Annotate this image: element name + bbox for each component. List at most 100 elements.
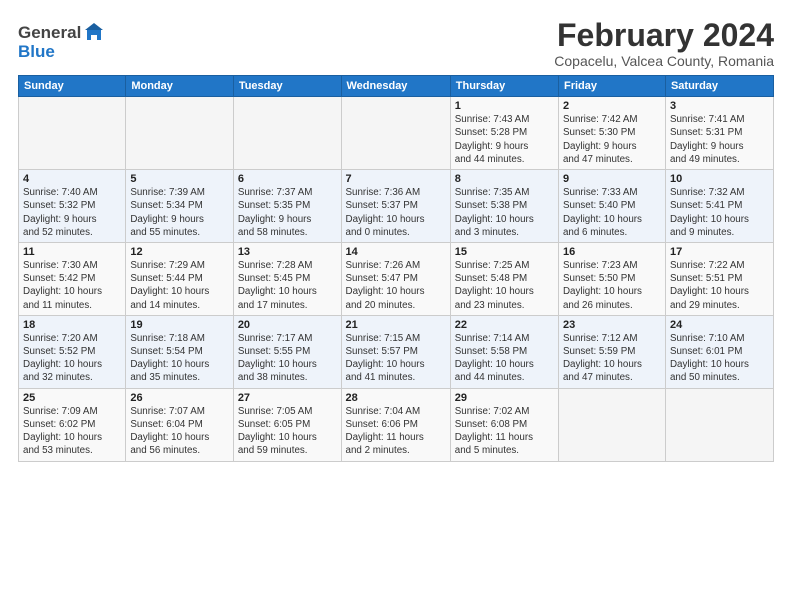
calendar-cell: 25Sunrise: 7:09 AM Sunset: 6:02 PM Dayli… [19,388,126,461]
calendar-cell: 20Sunrise: 7:17 AM Sunset: 5:55 PM Dayli… [233,315,341,388]
calendar-cell [126,97,233,170]
page-subtitle: Copacelu, Valcea County, Romania [554,53,774,69]
title-block: February 2024 Copacelu, Valcea County, R… [554,18,774,69]
day-number: 1 [455,100,554,112]
day-info: Sunrise: 7:14 AM Sunset: 5:58 PM Dayligh… [455,332,554,385]
calendar-cell: 10Sunrise: 7:32 AM Sunset: 5:41 PM Dayli… [665,170,773,243]
calendar-cell [558,388,665,461]
day-of-week-header: Tuesday [233,76,341,97]
day-info: Sunrise: 7:26 AM Sunset: 5:47 PM Dayligh… [346,259,446,312]
day-of-week-header: Friday [558,76,665,97]
calendar-cell: 21Sunrise: 7:15 AM Sunset: 5:57 PM Dayli… [341,315,450,388]
day-number: 13 [238,246,337,258]
day-number: 6 [238,173,337,185]
day-info: Sunrise: 7:43 AM Sunset: 5:28 PM Dayligh… [455,113,554,166]
calendar-cell: 18Sunrise: 7:20 AM Sunset: 5:52 PM Dayli… [19,315,126,388]
calendar-cell: 23Sunrise: 7:12 AM Sunset: 5:59 PM Dayli… [558,315,665,388]
calendar-week-row: 25Sunrise: 7:09 AM Sunset: 6:02 PM Dayli… [19,388,774,461]
day-number: 28 [346,392,446,404]
calendar-cell: 3Sunrise: 7:41 AM Sunset: 5:31 PM Daylig… [665,97,773,170]
page-title: February 2024 [554,18,774,53]
logo-icon [83,22,105,44]
day-of-week-header: Saturday [665,76,773,97]
day-of-week-header: Thursday [450,76,558,97]
calendar-cell: 9Sunrise: 7:33 AM Sunset: 5:40 PM Daylig… [558,170,665,243]
day-number: 4 [23,173,121,185]
day-info: Sunrise: 7:05 AM Sunset: 6:05 PM Dayligh… [238,405,337,458]
calendar-week-row: 4Sunrise: 7:40 AM Sunset: 5:32 PM Daylig… [19,170,774,243]
calendar-week-row: 11Sunrise: 7:30 AM Sunset: 5:42 PM Dayli… [19,242,774,315]
logo-general: General [18,23,81,43]
day-number: 21 [346,319,446,331]
day-info: Sunrise: 7:28 AM Sunset: 5:45 PM Dayligh… [238,259,337,312]
day-info: Sunrise: 7:22 AM Sunset: 5:51 PM Dayligh… [670,259,769,312]
day-number: 11 [23,246,121,258]
calendar-cell [341,97,450,170]
calendar-cell: 11Sunrise: 7:30 AM Sunset: 5:42 PM Dayli… [19,242,126,315]
day-info: Sunrise: 7:37 AM Sunset: 5:35 PM Dayligh… [238,186,337,239]
day-info: Sunrise: 7:32 AM Sunset: 5:41 PM Dayligh… [670,186,769,239]
day-of-week-header: Wednesday [341,76,450,97]
day-number: 19 [130,319,228,331]
day-number: 27 [238,392,337,404]
day-number: 7 [346,173,446,185]
day-of-week-header: Sunday [19,76,126,97]
day-info: Sunrise: 7:20 AM Sunset: 5:52 PM Dayligh… [23,332,121,385]
day-number: 23 [563,319,661,331]
day-number: 18 [23,319,121,331]
day-info: Sunrise: 7:18 AM Sunset: 5:54 PM Dayligh… [130,332,228,385]
day-info: Sunrise: 7:02 AM Sunset: 6:08 PM Dayligh… [455,405,554,458]
day-info: Sunrise: 7:10 AM Sunset: 6:01 PM Dayligh… [670,332,769,385]
day-of-week-header: Monday [126,76,233,97]
calendar-cell: 8Sunrise: 7:35 AM Sunset: 5:38 PM Daylig… [450,170,558,243]
calendar-week-row: 1Sunrise: 7:43 AM Sunset: 5:28 PM Daylig… [19,97,774,170]
day-info: Sunrise: 7:04 AM Sunset: 6:06 PM Dayligh… [346,405,446,458]
calendar-header-row: SundayMondayTuesdayWednesdayThursdayFrid… [19,76,774,97]
calendar-cell: 15Sunrise: 7:25 AM Sunset: 5:48 PM Dayli… [450,242,558,315]
day-number: 17 [670,246,769,258]
calendar-cell: 4Sunrise: 7:40 AM Sunset: 5:32 PM Daylig… [19,170,126,243]
day-info: Sunrise: 7:33 AM Sunset: 5:40 PM Dayligh… [563,186,661,239]
calendar-cell: 19Sunrise: 7:18 AM Sunset: 5:54 PM Dayli… [126,315,233,388]
calendar-cell: 29Sunrise: 7:02 AM Sunset: 6:08 PM Dayli… [450,388,558,461]
calendar-table: SundayMondayTuesdayWednesdayThursdayFrid… [18,75,774,461]
calendar-cell: 22Sunrise: 7:14 AM Sunset: 5:58 PM Dayli… [450,315,558,388]
day-info: Sunrise: 7:41 AM Sunset: 5:31 PM Dayligh… [670,113,769,166]
day-number: 8 [455,173,554,185]
day-number: 26 [130,392,228,404]
day-number: 3 [670,100,769,112]
day-info: Sunrise: 7:35 AM Sunset: 5:38 PM Dayligh… [455,186,554,239]
calendar-cell: 7Sunrise: 7:36 AM Sunset: 5:37 PM Daylig… [341,170,450,243]
calendar-cell: 2Sunrise: 7:42 AM Sunset: 5:30 PM Daylig… [558,97,665,170]
day-number: 24 [670,319,769,331]
day-info: Sunrise: 7:29 AM Sunset: 5:44 PM Dayligh… [130,259,228,312]
day-info: Sunrise: 7:12 AM Sunset: 5:59 PM Dayligh… [563,332,661,385]
day-number: 9 [563,173,661,185]
day-number: 12 [130,246,228,258]
calendar-cell: 5Sunrise: 7:39 AM Sunset: 5:34 PM Daylig… [126,170,233,243]
day-info: Sunrise: 7:36 AM Sunset: 5:37 PM Dayligh… [346,186,446,239]
day-number: 14 [346,246,446,258]
logo-blue: Blue [18,42,55,62]
day-number: 2 [563,100,661,112]
calendar-week-row: 18Sunrise: 7:20 AM Sunset: 5:52 PM Dayli… [19,315,774,388]
calendar-cell [233,97,341,170]
day-info: Sunrise: 7:40 AM Sunset: 5:32 PM Dayligh… [23,186,121,239]
calendar-cell: 28Sunrise: 7:04 AM Sunset: 6:06 PM Dayli… [341,388,450,461]
day-number: 15 [455,246,554,258]
calendar-cell: 27Sunrise: 7:05 AM Sunset: 6:05 PM Dayli… [233,388,341,461]
calendar-cell: 6Sunrise: 7:37 AM Sunset: 5:35 PM Daylig… [233,170,341,243]
day-info: Sunrise: 7:39 AM Sunset: 5:34 PM Dayligh… [130,186,228,239]
day-info: Sunrise: 7:25 AM Sunset: 5:48 PM Dayligh… [455,259,554,312]
day-info: Sunrise: 7:30 AM Sunset: 5:42 PM Dayligh… [23,259,121,312]
calendar-cell: 13Sunrise: 7:28 AM Sunset: 5:45 PM Dayli… [233,242,341,315]
day-info: Sunrise: 7:42 AM Sunset: 5:30 PM Dayligh… [563,113,661,166]
calendar-cell: 26Sunrise: 7:07 AM Sunset: 6:04 PM Dayli… [126,388,233,461]
logo: General Blue [18,22,105,62]
day-info: Sunrise: 7:07 AM Sunset: 6:04 PM Dayligh… [130,405,228,458]
day-info: Sunrise: 7:17 AM Sunset: 5:55 PM Dayligh… [238,332,337,385]
day-number: 5 [130,173,228,185]
calendar-cell: 14Sunrise: 7:26 AM Sunset: 5:47 PM Dayli… [341,242,450,315]
calendar-cell [19,97,126,170]
calendar-cell: 12Sunrise: 7:29 AM Sunset: 5:44 PM Dayli… [126,242,233,315]
